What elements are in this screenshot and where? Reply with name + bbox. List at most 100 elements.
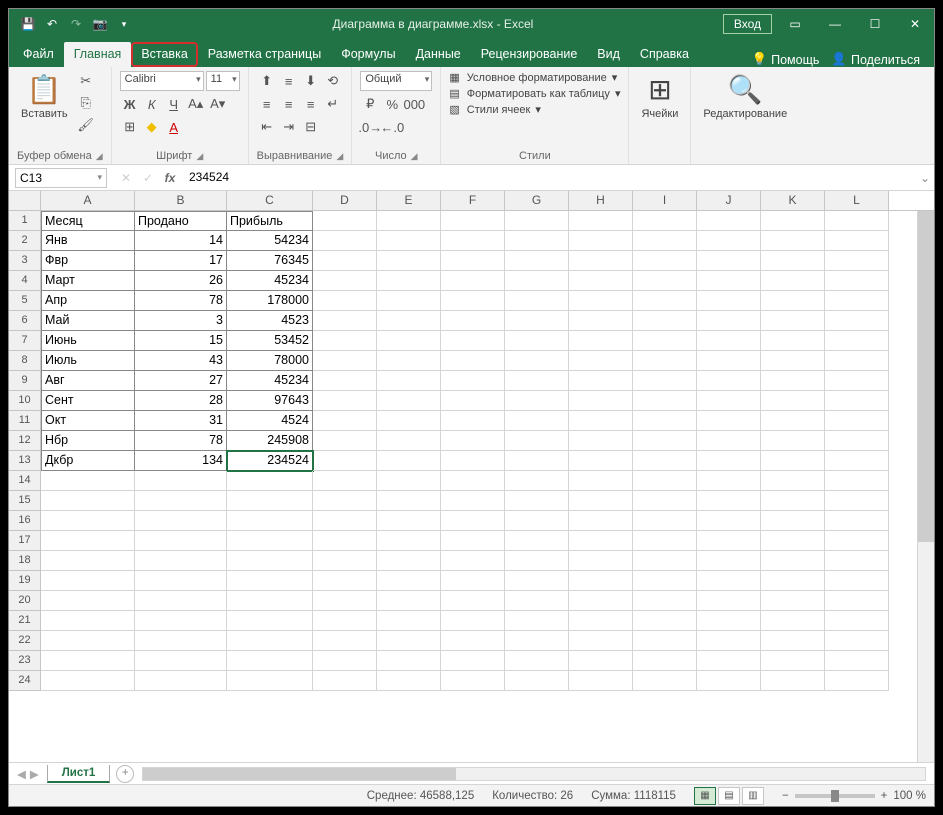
cell[interactable] (569, 571, 633, 591)
cell[interactable] (633, 591, 697, 611)
cell[interactable] (313, 271, 377, 291)
format-painter-icon[interactable]: 🖌 (76, 115, 96, 135)
cell[interactable] (313, 611, 377, 631)
cell[interactable]: 31 (135, 411, 227, 431)
cell[interactable] (761, 571, 825, 591)
cell[interactable]: 15 (135, 331, 227, 351)
cell[interactable] (505, 391, 569, 411)
minimize-icon[interactable]: — (816, 9, 854, 39)
cell[interactable] (377, 591, 441, 611)
cell[interactable]: 53452 (227, 331, 313, 351)
cell[interactable] (441, 211, 505, 231)
zoom-level[interactable]: 100 % (893, 790, 926, 802)
cell[interactable] (441, 551, 505, 571)
tab-help[interactable]: Справка (630, 42, 699, 67)
col-header[interactable]: K (761, 191, 825, 210)
cell[interactable] (313, 491, 377, 511)
cell[interactable] (135, 651, 227, 671)
fx-icon[interactable]: fx (161, 171, 179, 185)
cell[interactable]: 14 (135, 231, 227, 251)
cell[interactable] (825, 531, 889, 551)
cell[interactable] (505, 451, 569, 471)
row-header[interactable]: 11 (9, 411, 41, 431)
save-icon[interactable]: 💾 (19, 15, 37, 33)
cell[interactable] (761, 671, 825, 691)
currency-icon[interactable]: ₽ (360, 94, 380, 114)
camera-icon[interactable]: 📷 (91, 15, 109, 33)
cell[interactable] (377, 231, 441, 251)
cell[interactable] (761, 651, 825, 671)
cell[interactable] (441, 631, 505, 651)
cell[interactable] (633, 211, 697, 231)
cell[interactable] (825, 331, 889, 351)
cell[interactable] (697, 571, 761, 591)
cell[interactable] (633, 451, 697, 471)
login-button[interactable]: Вход (723, 14, 772, 34)
cell[interactable] (697, 491, 761, 511)
cell[interactable] (135, 471, 227, 491)
cut-icon[interactable]: ✂ (76, 71, 96, 91)
cell[interactable] (697, 431, 761, 451)
format-as-table-button[interactable]: ▤ Форматировать как таблицу ▾ (449, 87, 620, 100)
cell[interactable] (633, 311, 697, 331)
cell[interactable]: 43 (135, 351, 227, 371)
cell[interactable] (505, 271, 569, 291)
cell[interactable] (761, 511, 825, 531)
cell[interactable] (633, 271, 697, 291)
decrease-font-icon[interactable]: A▾ (208, 94, 228, 114)
cell[interactable] (313, 411, 377, 431)
col-header[interactable]: L (825, 191, 889, 210)
row-header[interactable]: 10 (9, 391, 41, 411)
cell[interactable] (825, 511, 889, 531)
cell[interactable]: Окт (41, 411, 135, 431)
cell[interactable] (313, 451, 377, 471)
cell[interactable] (135, 571, 227, 591)
cell[interactable] (227, 571, 313, 591)
cell[interactable] (569, 311, 633, 331)
cell[interactable] (313, 571, 377, 591)
tab-home[interactable]: Главная (64, 42, 132, 67)
cell[interactable] (41, 551, 135, 571)
cell[interactable] (569, 511, 633, 531)
cell[interactable] (313, 631, 377, 651)
cell[interactable] (697, 231, 761, 251)
cell[interactable] (633, 391, 697, 411)
underline-button[interactable]: Ч (164, 94, 184, 114)
cell[interactable] (697, 671, 761, 691)
cell[interactable] (633, 231, 697, 251)
cell[interactable] (441, 371, 505, 391)
cell[interactable] (227, 631, 313, 651)
cell[interactable] (633, 251, 697, 271)
zoom-out-icon[interactable]: − (782, 790, 789, 802)
cell[interactable] (633, 671, 697, 691)
cell[interactable] (569, 351, 633, 371)
align-bottom-icon[interactable]: ⬇ (301, 71, 321, 91)
sheet-nav-prev-icon[interactable]: ◀ (17, 767, 26, 781)
cell[interactable] (377, 271, 441, 291)
cell[interactable]: 134 (135, 451, 227, 471)
cell[interactable] (825, 611, 889, 631)
cell[interactable] (825, 251, 889, 271)
cell[interactable] (505, 491, 569, 511)
cell[interactable] (633, 651, 697, 671)
cell[interactable]: 45234 (227, 271, 313, 291)
col-header[interactable]: F (441, 191, 505, 210)
cell[interactable] (633, 371, 697, 391)
cell[interactable] (377, 431, 441, 451)
cell[interactable] (825, 391, 889, 411)
tab-file[interactable]: Файл (13, 42, 64, 67)
cell[interactable] (227, 591, 313, 611)
orientation-icon[interactable]: ⟲ (323, 71, 343, 91)
cell[interactable] (633, 331, 697, 351)
cell[interactable] (377, 371, 441, 391)
cell[interactable]: 4523 (227, 311, 313, 331)
cell[interactable] (825, 551, 889, 571)
cell[interactable] (41, 651, 135, 671)
cell[interactable] (135, 511, 227, 531)
percent-icon[interactable]: % (382, 94, 402, 114)
row-header[interactable]: 24 (9, 671, 41, 691)
cell[interactable] (505, 311, 569, 331)
cell[interactable]: 78 (135, 431, 227, 451)
cell[interactable] (505, 671, 569, 691)
align-center-icon[interactable]: ≡ (279, 94, 299, 114)
